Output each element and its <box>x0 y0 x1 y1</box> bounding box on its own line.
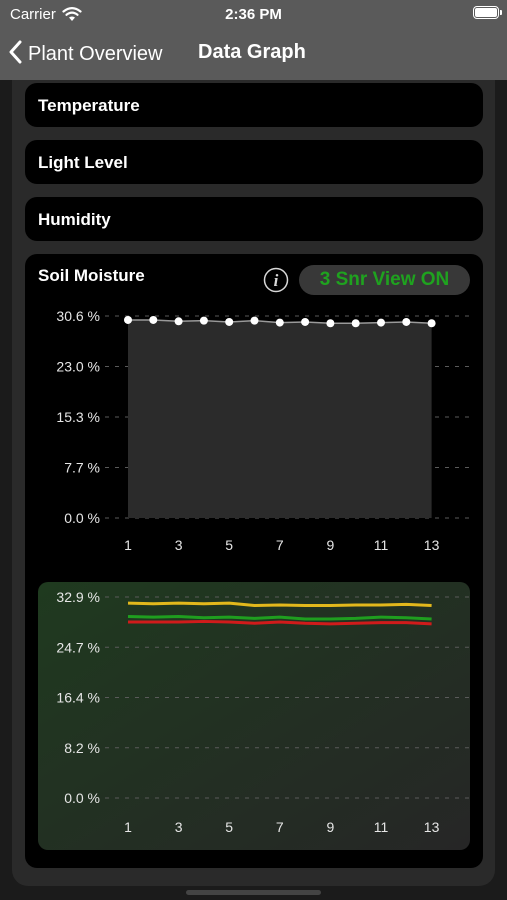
x-tick-label: 3 <box>175 819 183 835</box>
data-point <box>149 315 158 324</box>
x-tick-label: 9 <box>327 537 335 553</box>
x-tick-label: 13 <box>424 537 440 553</box>
section-temperature-label: Temperature <box>38 96 140 115</box>
back-button[interactable]: Plant Overview <box>8 38 163 70</box>
page-title: Data Graph <box>198 41 306 63</box>
y-tick-label: 16.4 % <box>56 690 100 706</box>
data-point <box>174 317 183 326</box>
sensor-comparison-chart: 0.0 %8.2 %16.4 %24.7 %32.9 %1 3 5 7 9 11 13 <box>38 582 473 850</box>
section-soil-moisture-label: Soil Moisture <box>38 266 145 285</box>
data-point <box>199 316 208 325</box>
x-tick-label: 1 <box>124 537 132 553</box>
x-tick-label: 1 <box>124 819 132 835</box>
data-point <box>225 317 234 326</box>
data-point <box>301 317 310 326</box>
section-light-level[interactable]: Light Level <box>25 140 483 184</box>
y-tick-label: 0.0 % <box>64 510 100 526</box>
section-humidity-label: Humidity <box>38 210 111 229</box>
x-tick-label: 7 <box>276 537 284 553</box>
info-icon[interactable]: i <box>263 267 289 293</box>
data-point <box>427 319 436 328</box>
svg-text:i: i <box>274 271 279 290</box>
y-tick-label: 23.0 % <box>56 359 100 375</box>
y-tick-label: 8.2 % <box>64 740 100 756</box>
soil-moisture-chart: 0.0 %7.7 %15.3 %23.0 %30.6 %1 3 5 7 9 11 13 <box>56 308 473 553</box>
data-point <box>124 315 132 324</box>
series-line-2 <box>128 619 432 626</box>
y-tick-label: 15.3 % <box>56 409 100 425</box>
chevron-left-icon <box>8 40 22 69</box>
section-light-level-label: Light Level <box>38 153 128 172</box>
y-tick-label: 24.7 % <box>56 639 100 655</box>
data-point <box>326 319 335 328</box>
sensor-view-toggle-button[interactable]: 3 Snr View ON <box>299 265 470 295</box>
home-indicator <box>186 890 321 895</box>
y-tick-label: 30.6 % <box>56 308 100 324</box>
x-tick-label: 5 <box>225 537 233 553</box>
section-humidity[interactable]: Humidity <box>25 197 483 241</box>
area-fill <box>128 319 432 518</box>
x-tick-label: 11 <box>374 819 389 835</box>
x-tick-label: 13 <box>424 819 440 835</box>
y-tick-label: 7.7 % <box>64 460 100 476</box>
navigation-bar: Plant Overview Data Graph <box>0 30 507 80</box>
data-point <box>250 316 259 325</box>
x-tick-label: 5 <box>225 819 233 835</box>
back-button-label: Plant Overview <box>28 42 163 65</box>
x-tick-label: 7 <box>276 819 284 835</box>
x-tick-label: 3 <box>175 537 183 553</box>
status-bar: Carrier 2:36 PM <box>0 0 507 30</box>
data-point <box>275 318 284 327</box>
data-point <box>351 319 360 328</box>
y-tick-label: 32.9 % <box>56 589 100 605</box>
status-time: 2:36 PM <box>225 6 282 23</box>
battery-icon <box>473 6 502 19</box>
content-panel: Temperature Light Level Humidity Soil Mo… <box>12 80 495 886</box>
y-tick-label: 0.0 % <box>64 790 100 806</box>
x-tick-label: 9 <box>327 819 335 835</box>
x-tick-label: 11 <box>374 537 389 553</box>
data-point <box>377 318 385 327</box>
data-point <box>402 317 411 326</box>
section-temperature[interactable]: Temperature <box>25 83 483 127</box>
section-soil-moisture: Soil Moisture i 3 Snr View ON 0.0 % 7.7 %… <box>25 254 483 868</box>
